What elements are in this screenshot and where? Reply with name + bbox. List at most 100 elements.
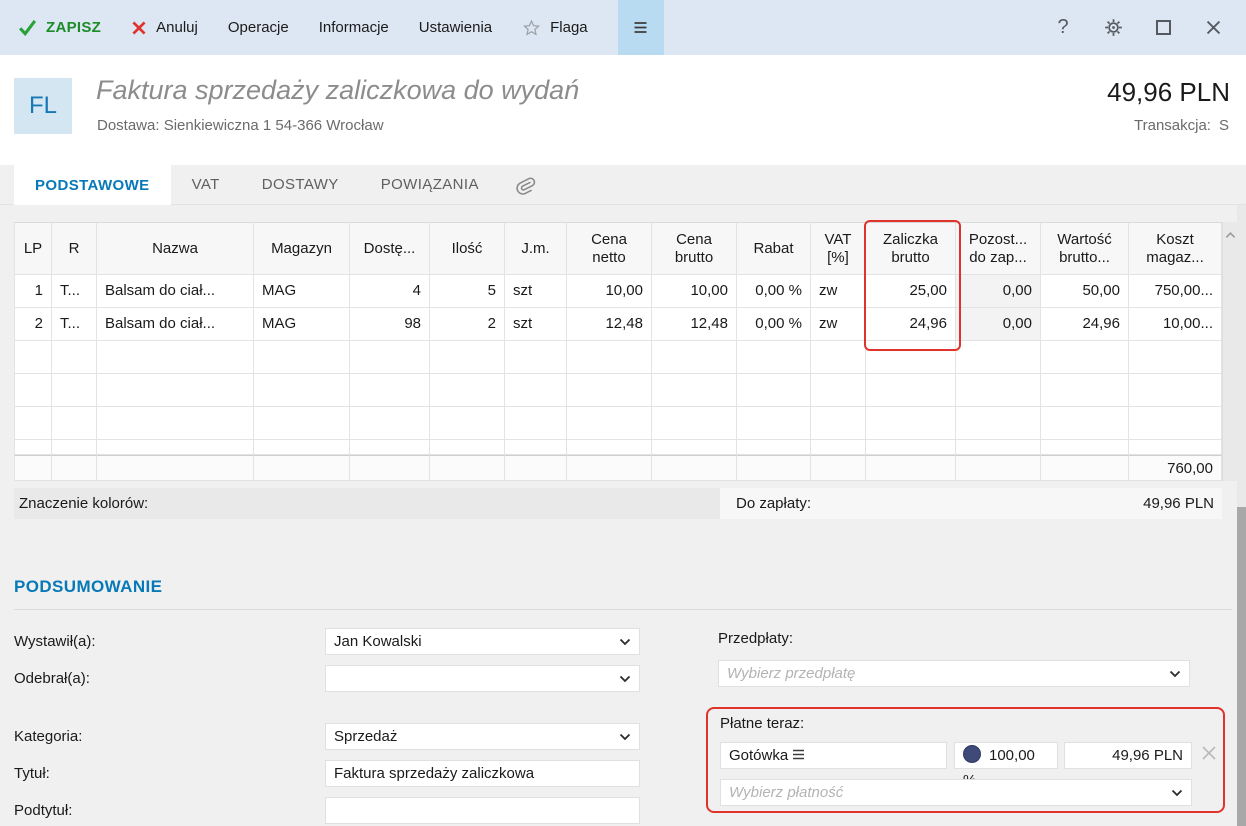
- menu-ustawienia[interactable]: Ustawienia: [419, 19, 492, 36]
- grid-cell[interactable]: [97, 374, 254, 407]
- grid-cell[interactable]: 2: [430, 308, 505, 341]
- grid-cell[interactable]: [350, 407, 430, 440]
- close-button[interactable]: [1188, 0, 1238, 55]
- save-button[interactable]: ZAPISZ: [18, 19, 101, 36]
- grid-cell[interactable]: [811, 374, 866, 407]
- category-select[interactable]: Sprzedaż: [325, 723, 640, 750]
- grid-cell[interactable]: [52, 440, 97, 455]
- grid-cell[interactable]: [866, 407, 956, 440]
- payment-percent-field[interactable]: 100,00 %: [954, 742, 1058, 769]
- grid-cell[interactable]: [1129, 440, 1222, 455]
- tab-podstawowe[interactable]: PODSTAWOWE: [14, 165, 171, 205]
- tab-vat[interactable]: VAT: [171, 165, 241, 204]
- attachments-button[interactable]: [500, 165, 550, 204]
- tab-dostawy[interactable]: DOSTAWY: [241, 165, 360, 204]
- grid-cell[interactable]: [956, 341, 1041, 374]
- grid-cell[interactable]: [505, 341, 567, 374]
- issued-by-select[interactable]: Jan Kowalski: [325, 628, 640, 655]
- grid-cell[interactable]: 0,00: [956, 275, 1041, 308]
- grid-cell[interactable]: [1129, 341, 1222, 374]
- grid-cell[interactable]: Balsam do ciał...: [97, 275, 254, 308]
- grid-cell[interactable]: [956, 407, 1041, 440]
- grid-cell[interactable]: [866, 341, 956, 374]
- grid-cell[interactable]: [956, 440, 1041, 455]
- grid-cell[interactable]: 10,00...: [1129, 308, 1222, 341]
- grid-cell[interactable]: [811, 407, 866, 440]
- grid-cell[interactable]: szt: [505, 308, 567, 341]
- grid-cell[interactable]: [652, 374, 737, 407]
- grid-cell[interactable]: T...: [52, 275, 97, 308]
- grid-cell[interactable]: [97, 341, 254, 374]
- grid-cell[interactable]: MAG: [254, 275, 350, 308]
- grid-cell[interactable]: [866, 374, 956, 407]
- maximize-button[interactable]: [1138, 0, 1188, 55]
- title-input[interactable]: Faktura sprzedaży zaliczkowa: [325, 760, 640, 787]
- grid-cell[interactable]: T...: [52, 308, 97, 341]
- grid-cell[interactable]: [737, 341, 811, 374]
- grid-cell[interactable]: [430, 374, 505, 407]
- grid-cell[interactable]: [652, 440, 737, 455]
- grid-cell[interactable]: [505, 407, 567, 440]
- grid-cell[interactable]: [430, 407, 505, 440]
- cancel-button[interactable]: Anuluj: [131, 19, 198, 36]
- grid-cell[interactable]: [52, 341, 97, 374]
- prepayment-select[interactable]: Wybierz przedpłatę: [718, 660, 1190, 687]
- settings-button[interactable]: [1088, 0, 1138, 55]
- column-header[interactable]: Cena brutto: [652, 222, 737, 275]
- grid-cell[interactable]: MAG: [254, 308, 350, 341]
- payment-amount-field[interactable]: 49,96 PLN: [1064, 742, 1192, 769]
- grid-cell[interactable]: 25,00: [866, 275, 956, 308]
- grid-cell[interactable]: [567, 374, 652, 407]
- grid-cell[interactable]: [350, 374, 430, 407]
- grid-cell[interactable]: [254, 407, 350, 440]
- received-by-select[interactable]: [325, 665, 640, 692]
- menu-button[interactable]: [618, 0, 664, 55]
- grid-cell[interactable]: Balsam do ciał...: [97, 308, 254, 341]
- column-header[interactable]: Cena netto: [567, 222, 652, 275]
- grid-cell[interactable]: [866, 440, 956, 455]
- grid-cell[interactable]: [97, 407, 254, 440]
- column-header[interactable]: Dostę...: [350, 222, 430, 275]
- help-button[interactable]: ?: [1038, 0, 1088, 55]
- grid-cell[interactable]: 50,00: [1041, 275, 1129, 308]
- grid-cell[interactable]: [254, 341, 350, 374]
- grid-cell[interactable]: 24,96: [1041, 308, 1129, 341]
- grid-cell[interactable]: [567, 407, 652, 440]
- column-header[interactable]: R: [52, 222, 97, 275]
- grid-cell[interactable]: [14, 341, 52, 374]
- grid-cell[interactable]: 5: [430, 275, 505, 308]
- column-header[interactable]: VAT [%]: [811, 222, 866, 275]
- column-header[interactable]: Nazwa: [97, 222, 254, 275]
- grid-cell[interactable]: [254, 374, 350, 407]
- grid-cell[interactable]: 98: [350, 308, 430, 341]
- grid-cell[interactable]: [52, 374, 97, 407]
- grid-cell[interactable]: zw: [811, 308, 866, 341]
- grid-cell[interactable]: [737, 440, 811, 455]
- grid-cell[interactable]: [1041, 374, 1129, 407]
- grid-cell[interactable]: 0,00: [956, 308, 1041, 341]
- grid-cell[interactable]: [14, 440, 52, 455]
- grid-cell[interactable]: [737, 374, 811, 407]
- scrollbar-thumb[interactable]: [1237, 507, 1246, 826]
- grid-cell[interactable]: [14, 374, 52, 407]
- grid-cell[interactable]: [652, 341, 737, 374]
- column-header[interactable]: Magazyn: [254, 222, 350, 275]
- column-header[interactable]: Pozost... do zap...: [956, 222, 1041, 275]
- grid-scrollbar[interactable]: [1222, 222, 1237, 481]
- column-header[interactable]: Zaliczka brutto: [866, 222, 956, 275]
- column-header[interactable]: Koszt magaz...: [1129, 222, 1222, 275]
- subtitle-input[interactable]: [325, 797, 640, 824]
- column-header[interactable]: Rabat: [737, 222, 811, 275]
- menu-informacje[interactable]: Informacje: [319, 19, 389, 36]
- grid-cell[interactable]: [350, 341, 430, 374]
- column-header[interactable]: Ilość: [430, 222, 505, 275]
- grid-cell[interactable]: [567, 341, 652, 374]
- grid-cell[interactable]: 10,00: [567, 275, 652, 308]
- grid-cell[interactable]: [350, 440, 430, 455]
- grid-cell[interactable]: 4: [350, 275, 430, 308]
- tab-powiazania[interactable]: POWIĄZANIA: [360, 165, 500, 204]
- grid-cell[interactable]: szt: [505, 275, 567, 308]
- grid-cell[interactable]: [505, 374, 567, 407]
- grid-cell[interactable]: [254, 440, 350, 455]
- column-header[interactable]: LP: [14, 222, 52, 275]
